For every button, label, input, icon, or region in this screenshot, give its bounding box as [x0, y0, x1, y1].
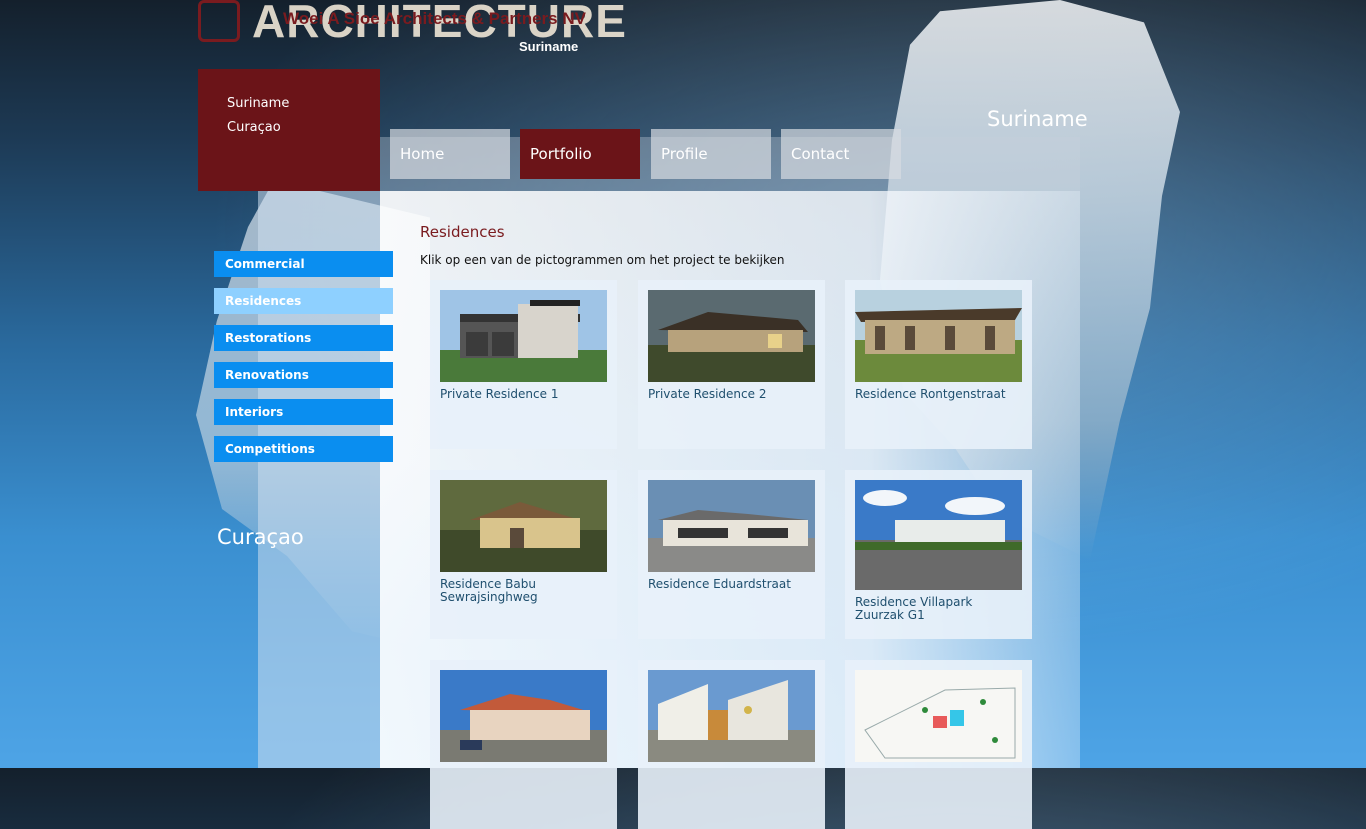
region-selector: Suriname Curaçao: [198, 69, 380, 191]
sidebar-item-competitions[interactable]: Competitions: [214, 436, 393, 462]
logo-firm-name: Woei A Sioe Architects & Partners NV: [283, 9, 586, 28]
project-card[interactable]: Private Residence 2: [638, 280, 825, 449]
nav-home[interactable]: Home: [390, 129, 510, 179]
project-title[interactable]: Private Residence 1: [440, 388, 610, 401]
project-card[interactable]: [638, 660, 825, 829]
site-logo[interactable]: ARCHITECTURE Woei A Sioe Architects & Pa…: [198, 0, 626, 56]
project-card[interactable]: [845, 660, 1032, 829]
nav-portfolio[interactable]: Portfolio: [520, 129, 640, 179]
sidebar-strip: [258, 191, 380, 768]
project-thumbnail[interactable]: [648, 670, 815, 762]
map-label-suriname: Suriname: [987, 107, 1088, 131]
project-card[interactable]: [430, 660, 617, 829]
project-card[interactable]: Residence Eduardstraat: [638, 470, 825, 639]
sidebar-item-interiors[interactable]: Interiors: [214, 399, 393, 425]
sidebar-item-commercial[interactable]: Commercial: [214, 251, 393, 277]
project-thumbnail[interactable]: [440, 480, 607, 572]
region-link-suriname[interactable]: Suriname: [227, 96, 289, 111]
project-thumbnail[interactable]: [440, 670, 607, 762]
nav-profile[interactable]: Profile: [651, 129, 771, 179]
sidebar-item-restorations[interactable]: Restorations: [214, 325, 393, 351]
sidebar-item-residences[interactable]: Residences: [214, 288, 393, 314]
page-title: Residences: [420, 223, 505, 241]
sidebar-item-renovations[interactable]: Renovations: [214, 362, 393, 388]
project-card[interactable]: Private Residence 1: [430, 280, 617, 449]
project-thumbnail[interactable]: [440, 290, 607, 382]
project-title[interactable]: Residence Rontgenstraat: [855, 388, 1025, 401]
project-title[interactable]: Residence Eduardstraat: [648, 578, 818, 591]
page-description: Klik op een van de pictogrammen om het p…: [420, 253, 785, 267]
map-label-curacao: Curaçao: [217, 525, 304, 549]
project-title[interactable]: Residence Babu Sewrajsinghweg: [440, 578, 610, 604]
logo-subtitle: Suriname: [519, 39, 579, 54]
project-thumbnail[interactable]: [855, 480, 1022, 590]
logo-mark: [198, 0, 240, 42]
project-card[interactable]: Residence Babu Sewrajsinghweg: [430, 470, 617, 639]
project-thumbnail[interactable]: [855, 290, 1022, 382]
project-card[interactable]: Residence Villapark Zuurzak G1: [845, 470, 1032, 639]
project-thumbnail[interactable]: [855, 670, 1022, 762]
project-title[interactable]: Residence Villapark Zuurzak G1: [855, 596, 1025, 622]
nav-contact[interactable]: Contact: [781, 129, 901, 179]
region-link-curacao[interactable]: Curaçao: [227, 120, 281, 135]
project-thumbnail[interactable]: [648, 480, 815, 572]
project-card[interactable]: Residence Rontgenstraat: [845, 280, 1032, 449]
project-title[interactable]: Private Residence 2: [648, 388, 818, 401]
project-thumbnail[interactable]: [648, 290, 815, 382]
